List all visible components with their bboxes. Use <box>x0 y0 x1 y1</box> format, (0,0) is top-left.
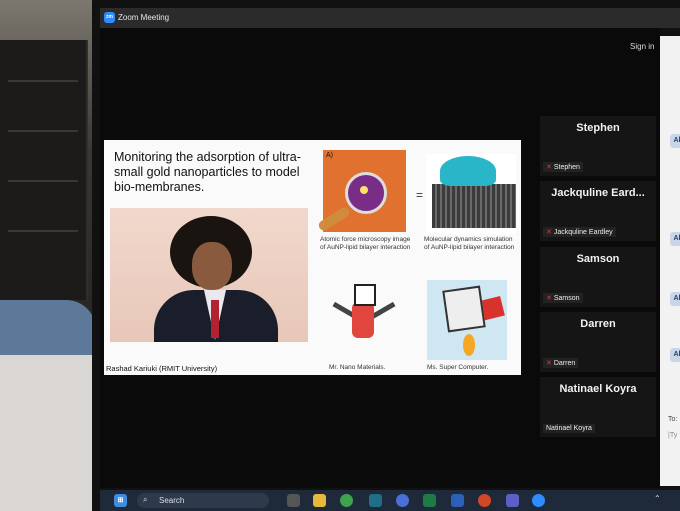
afm-caption: Atomic force microscopy image of AuNP-li… <box>320 236 411 251</box>
participant-avatar: Al <box>670 348 680 362</box>
participant-label: Samson <box>553 295 580 302</box>
participant-tile-natinael[interactable]: Natinael Koyra Natinael Koyra <box>540 377 656 437</box>
chrome-icon[interactable] <box>340 494 353 507</box>
participant-name: Darren <box>580 318 616 330</box>
nano-materials-cartoon <box>332 282 396 362</box>
participant-tile-stephen[interactable]: Stephen ✕ Stephen <box>540 116 656 176</box>
powerpoint-icon[interactable] <box>478 494 491 507</box>
participant-label: Jackquline Eardley <box>553 229 613 236</box>
bed-sheet <box>0 355 100 511</box>
participant-avatar: Al <box>670 292 680 306</box>
participant-name: Samson <box>576 253 620 265</box>
participant-name: Jackquline Eard... <box>551 187 645 199</box>
afm-image: A) <box>316 150 406 233</box>
teams-icon[interactable] <box>506 494 519 507</box>
md-simulation-image <box>426 154 516 234</box>
mic-muted-icon: ✕ <box>546 229 552 236</box>
app-icon[interactable] <box>369 494 382 507</box>
zoom-taskbar-icon[interactable] <box>532 494 545 507</box>
search-icon: ⌕ <box>143 495 148 504</box>
window-title: Zoom Meeting <box>118 13 170 22</box>
participant-tile-samson[interactable]: Samson ✕ Samson <box>540 247 656 307</box>
zoom-titlebar: zm Zoom Meeting <box>100 8 680 28</box>
system-tray-chevron-icon[interactable]: ⌃ <box>654 494 661 503</box>
shelf <box>0 40 88 300</box>
super-computer-cartoon <box>427 280 507 360</box>
file-explorer-icon[interactable] <box>313 494 326 507</box>
md-caption: Molecular dynamics simulation of AuNP-li… <box>424 236 515 251</box>
nano-caption: Mr. Nano Materials. <box>329 364 386 371</box>
mic-muted-icon: ✕ <box>546 360 552 367</box>
participant-tile-darren[interactable]: Darren ✕ Darren <box>540 312 656 372</box>
sign-in-link[interactable]: Sign in <box>630 42 654 51</box>
excel-icon[interactable] <box>423 494 436 507</box>
chat-panel: Al Al Al Al To: |Ty <box>660 36 680 486</box>
mic-muted-icon: ✕ <box>546 164 552 171</box>
participant-avatar: Al <box>670 232 680 246</box>
zoom-logo-icon: zm <box>104 12 115 23</box>
equals-sign: = <box>416 188 424 202</box>
search-label: Search <box>159 496 185 505</box>
afm-label: A) <box>326 152 333 159</box>
comp-caption: Ms. Super Computer. <box>427 364 489 371</box>
app-icon[interactable] <box>396 494 409 507</box>
participant-tile-jackquline[interactable]: Jackquline Eard... ✕ Jackquline Eardley <box>540 181 656 241</box>
taskview-icon[interactable] <box>287 494 300 507</box>
chat-to-label: To: <box>668 416 678 423</box>
taskbar-search[interactable]: ⌕ Search <box>137 493 269 508</box>
participant-label: Stephen <box>553 164 580 171</box>
speaker-video <box>110 208 308 342</box>
participant-avatar: Al <box>670 134 680 148</box>
word-icon[interactable] <box>451 494 464 507</box>
chat-input[interactable]: |Ty <box>668 432 677 439</box>
participant-label: Natinael Koyra <box>546 425 592 432</box>
participant-name: Natinael Koyra <box>559 383 637 395</box>
speaker-name: Rashad Kariuki (RMIT University) <box>106 364 218 373</box>
slide-title: Monitoring the adsorption of ultra-small… <box>114 150 301 194</box>
shared-slide: Monitoring the adsorption of ultra-small… <box>104 140 521 375</box>
mic-muted-icon: ✕ <box>546 295 552 302</box>
start-icon[interactable]: ⊞ <box>114 494 127 507</box>
participant-name: Stephen <box>576 122 620 134</box>
participant-label: Darren <box>553 360 576 367</box>
